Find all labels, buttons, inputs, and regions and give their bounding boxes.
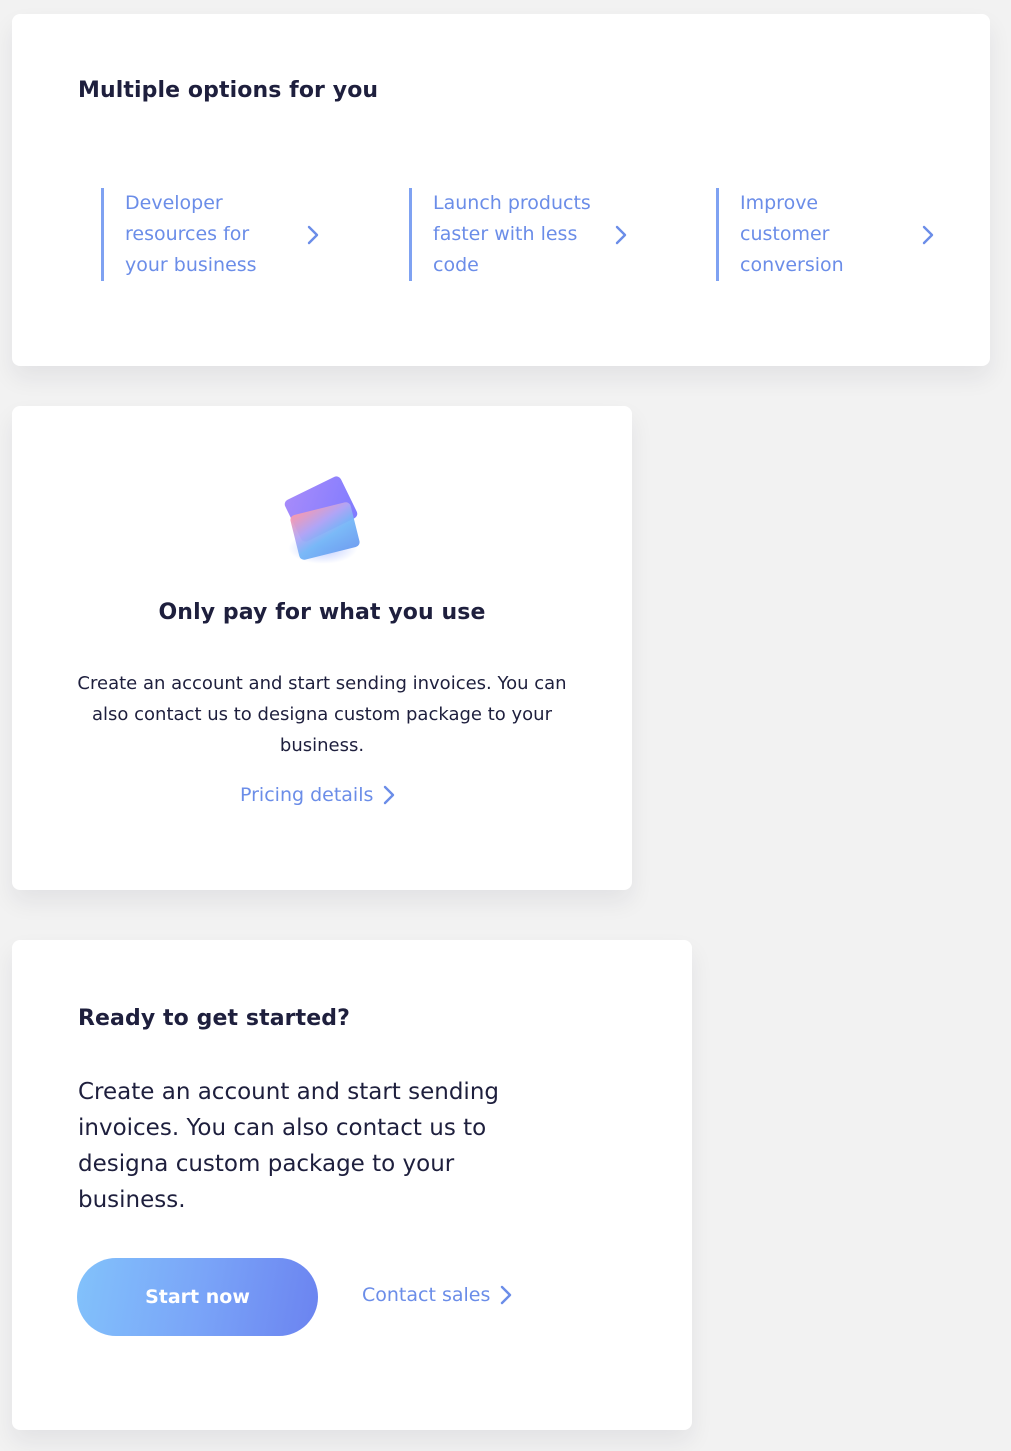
chevron-right-icon <box>379 785 399 805</box>
option-label: Launch products faster with less code <box>433 192 591 276</box>
option-label: Improve customer conversion <box>740 192 844 276</box>
cta-card-title: Ready to get started? <box>78 1006 350 1031</box>
option-developer-resources[interactable]: Developer resources for your business <box>101 188 323 281</box>
contact-sales-link[interactable]: Contact sales <box>362 1284 516 1306</box>
chevron-right-icon <box>918 225 938 245</box>
options-card-title: Multiple options for you <box>78 78 379 103</box>
cta-card: Ready to get started? Create an account … <box>12 940 692 1430</box>
pricing-details-label: Pricing details <box>240 784 374 806</box>
option-label: Developer resources for your business <box>125 192 257 276</box>
contact-sales-label: Contact sales <box>362 1284 491 1306</box>
chevron-right-icon <box>611 225 631 245</box>
pricing-card-title: Only pay for what you use <box>158 600 486 625</box>
option-improve-conversion[interactable]: Improve customer conversion <box>716 188 938 281</box>
credit-cards-icon <box>280 474 366 574</box>
chevron-right-icon <box>496 1285 516 1305</box>
pricing-description: Create an account and start sending invo… <box>77 673 567 756</box>
pricing-card: Only pay for what you use Create an acco… <box>12 406 632 890</box>
option-launch-products[interactable]: Launch products faster with less code <box>409 188 631 281</box>
cta-description: Create an account and start sending invo… <box>78 1079 499 1213</box>
start-now-button[interactable]: Start now <box>77 1258 318 1336</box>
chevron-right-icon <box>303 225 323 245</box>
options-card: Multiple options for you Developer resou… <box>12 14 990 366</box>
pricing-details-link[interactable]: Pricing details <box>240 784 399 806</box>
